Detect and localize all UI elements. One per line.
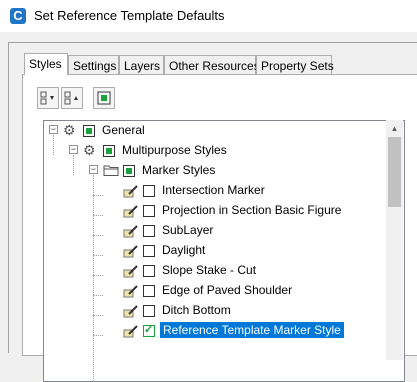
folder-icon <box>103 165 119 176</box>
state-checkbox[interactable] <box>143 205 155 217</box>
tree-item-slope-stake-cut[interactable]: Slope Stake - Cut <box>44 261 384 281</box>
collapse-toggle-icon[interactable]: − <box>89 165 98 174</box>
styles-tree[interactable]: − ⚙ General − ⚙ Multipurpose Styles − Ma… <box>43 120 405 382</box>
style-icon <box>123 285 138 298</box>
tree-item-label: General <box>102 123 145 137</box>
state-checkbox[interactable] <box>143 285 155 297</box>
toggle-all-icon <box>97 91 111 105</box>
tree-item-edge-of-paved-shoulder[interactable]: Edge of Paved Shoulder <box>44 281 384 301</box>
state-checkbox[interactable] <box>143 265 155 277</box>
state-checkbox[interactable] <box>83 125 95 137</box>
state-checkbox[interactable] <box>143 185 155 197</box>
collapse-toggle-icon[interactable]: − <box>69 145 78 154</box>
tree-item-label: Slope Stake - Cut <box>162 263 257 277</box>
scrollbar-thumb[interactable] <box>388 137 401 207</box>
tab-settings[interactable]: Settings <box>68 55 119 75</box>
state-checkbox[interactable] <box>143 323 155 337</box>
tree-item-ditch-bottom[interactable]: Ditch Bottom <box>44 301 384 321</box>
state-checkbox[interactable] <box>103 145 115 157</box>
tree-item-general[interactable]: − ⚙ General <box>44 121 384 141</box>
tree-item-daylight[interactable]: Daylight <box>44 241 384 261</box>
tree-item-multipurpose-styles[interactable]: − ⚙ Multipurpose Styles <box>44 141 384 161</box>
style-icon <box>123 305 138 318</box>
vertical-scrollbar[interactable]: ▲ <box>386 120 403 360</box>
expand-tree-button[interactable] <box>37 87 59 109</box>
gear-icon: ⚙ <box>63 122 76 138</box>
tree-item-label-selected: Reference Template Marker Style <box>160 322 344 338</box>
tree-item-sublayer[interactable]: SubLayer <box>44 221 384 241</box>
tree-item-intersection-marker[interactable]: Intersection Marker <box>44 181 384 201</box>
state-checkbox[interactable] <box>143 305 155 317</box>
tree-item-marker-styles[interactable]: − Marker Styles <box>44 161 384 181</box>
tab-layers[interactable]: Layers <box>119 55 164 75</box>
style-icon <box>123 205 138 218</box>
window-title: Set Reference Template Defaults <box>34 8 225 23</box>
tree-item-label: Multipurpose Styles <box>122 143 227 157</box>
styles-tab-panel: − ⚙ General − ⚙ Multipurpose Styles − Ma… <box>22 74 417 382</box>
tree-item-projection-in-section[interactable]: Projection in Section Basic Figure <box>44 201 384 221</box>
title-bar: C Set Reference Template Defaults <box>0 0 417 32</box>
tab-styles[interactable]: Styles <box>24 53 68 75</box>
collapse-tree-icon <box>64 91 78 105</box>
tree-item-label: Intersection Marker <box>162 183 265 197</box>
tree-item-reference-template-marker-style[interactable]: Reference Template Marker Style <box>44 321 384 341</box>
tree-item-label: Ditch Bottom <box>162 303 231 317</box>
state-checkbox[interactable] <box>123 165 135 177</box>
style-icon <box>123 325 138 338</box>
tree-item-label: Marker Styles <box>142 163 216 177</box>
tree-item-label: Edge of Paved Shoulder <box>162 283 293 297</box>
civil3d-app-icon: C <box>10 8 26 24</box>
style-icon <box>123 185 138 198</box>
collapse-toggle-icon[interactable]: − <box>49 125 58 134</box>
expand-tree-icon <box>40 91 54 105</box>
toggle-all-button[interactable] <box>93 87 115 109</box>
style-icon <box>123 265 138 278</box>
gear-icon: ⚙ <box>83 142 96 158</box>
state-checkbox[interactable] <box>143 245 155 257</box>
tab-other-resources[interactable]: Other Resources <box>164 55 260 75</box>
style-icon <box>123 245 138 258</box>
style-icon <box>123 225 138 238</box>
state-checkbox[interactable] <box>143 225 155 237</box>
collapse-tree-button[interactable] <box>61 87 83 109</box>
tree-item-label: Projection in Section Basic Figure <box>162 203 342 217</box>
tree-item-label: SubLayer <box>162 223 214 237</box>
tree-item-label: Daylight <box>162 243 206 257</box>
tab-property-sets[interactable]: Property Sets <box>256 55 334 75</box>
scroll-up-icon[interactable]: ▲ <box>386 120 403 137</box>
